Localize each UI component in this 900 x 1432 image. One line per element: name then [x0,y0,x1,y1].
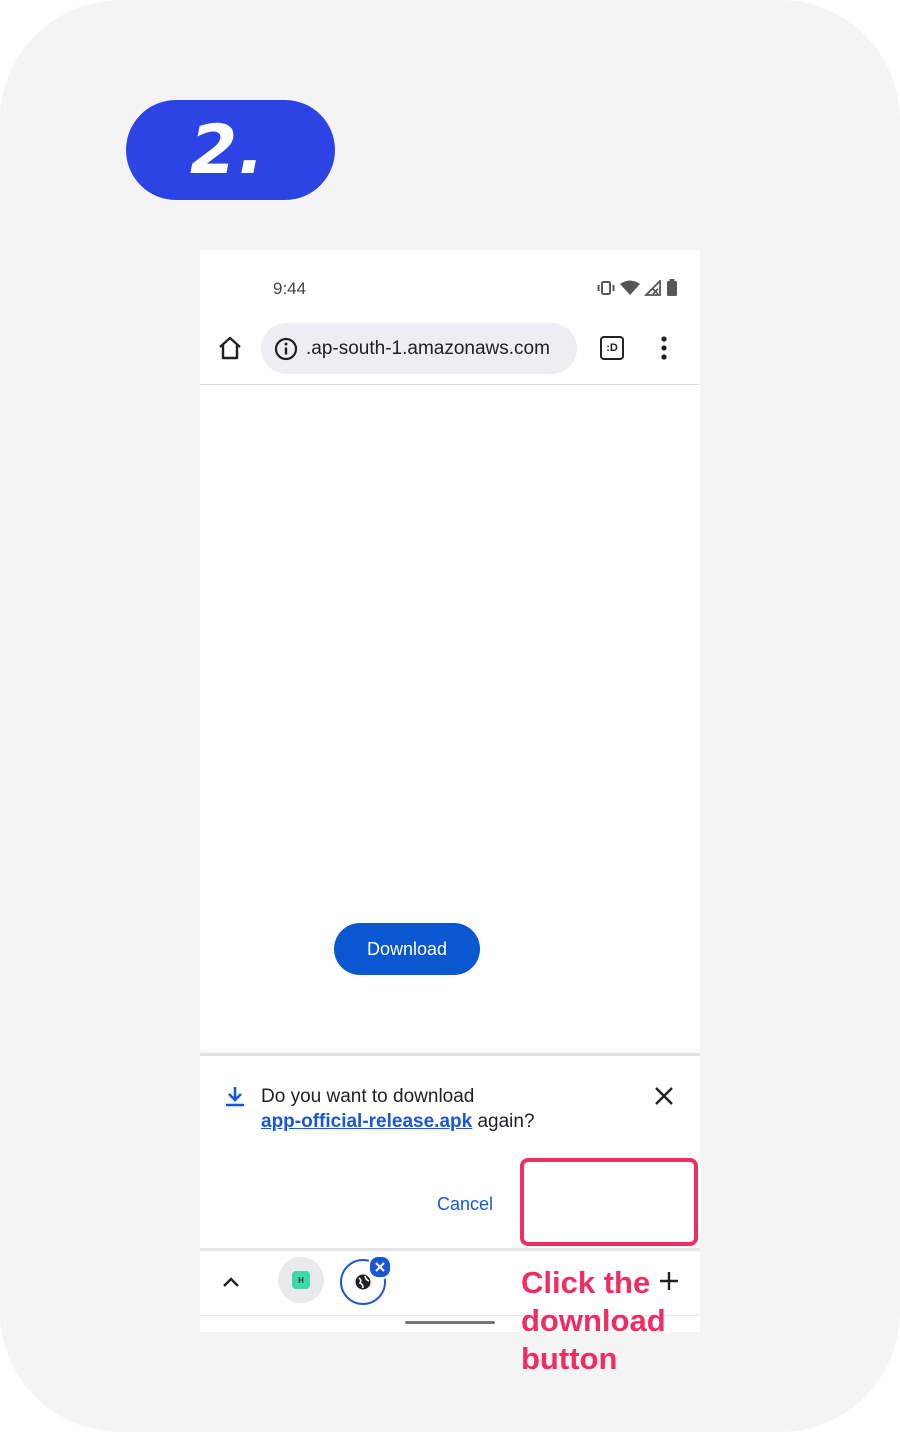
expand-tabs-button[interactable] [216,1267,246,1297]
close-tab-icon [375,1262,385,1272]
highlight-box [520,1158,698,1246]
download-button[interactable]: Download [334,923,480,975]
status-time: 9:44 [273,279,307,298]
close-tab-button[interactable] [368,1255,392,1279]
info-icon [274,337,298,361]
close-icon [655,1087,673,1105]
filename-link[interactable]: app-official-release.apk [261,1111,472,1132]
tab-thumbnail-1[interactable]: H [278,1257,324,1303]
status-icons [596,279,678,296]
home-icon [219,336,241,360]
app-favicon-icon: H [292,1271,310,1289]
tab-switcher-button[interactable]: :D [598,334,626,362]
vibrate-icon [597,280,615,295]
browser-toolbar: .ap-south-1.amazonaws.com :D [200,320,700,385]
wifi-icon [620,280,640,295]
home-button[interactable] [212,330,248,366]
step-number: 2. [189,110,266,190]
callout-text: Click the download button [521,1265,666,1376]
cancel-button[interactable]: Cancel [430,1189,500,1219]
step-badge: 2. [126,100,335,200]
download-message: Do you want to download app-official-rel… [261,1084,535,1134]
close-button[interactable] [648,1080,680,1112]
download-icon [226,1087,244,1107]
url-text: .ap-south-1.amazonaws.com [306,338,550,359]
more-menu-button[interactable] [650,332,678,364]
more-vert-icon [661,336,667,360]
tab-switcher-label: :D [606,342,618,354]
signal-icon [644,279,661,296]
download-message-suffix: again? [472,1111,535,1132]
globe-icon [355,1274,371,1290]
status-bar: 9:44 [200,250,700,320]
download-message-prefix: Do you want to download [261,1086,475,1107]
url-bar[interactable]: .ap-south-1.amazonaws.com [261,323,577,374]
tab1-favicon-label: H [298,1275,304,1285]
gesture-bar [405,1321,495,1324]
chevron-up-icon [223,1277,239,1287]
battery-icon [667,279,677,296]
